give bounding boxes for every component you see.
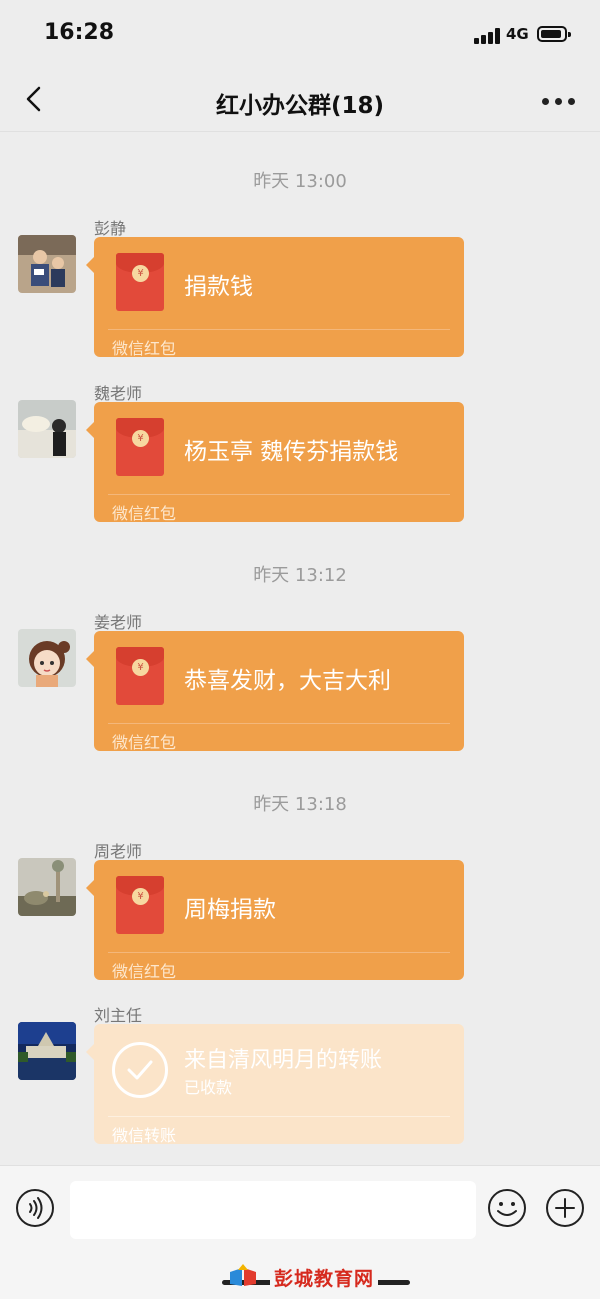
transfer-label: 微信转账: [112, 1126, 177, 1145]
red-packet-title: 恭喜发财，大吉大利: [184, 668, 391, 694]
divider: [108, 494, 450, 495]
plus-icon: [546, 1189, 584, 1227]
red-packet-title: 杨玉亭 魏传芬捐款钱: [184, 439, 399, 465]
divider: [108, 329, 450, 330]
red-packet-icon: ¥: [116, 647, 164, 705]
voice-icon: [16, 1189, 54, 1227]
sender-name: 刘主任: [94, 1006, 143, 1025]
red-packet-title: 周梅捐款: [184, 897, 276, 923]
red-packet-label: 微信红包: [112, 504, 177, 523]
transfer-title: 来自清风明月的转账: [184, 1048, 383, 1073]
emoji-button[interactable]: [487, 1188, 527, 1228]
envelope-seal: ¥: [132, 265, 149, 282]
message-item: 姜老师 ¥ 恭喜发财，大吉大利 微信红包: [0, 613, 600, 769]
sender-name: 彭静: [94, 219, 127, 238]
chat-title: 红小办公群(18): [215, 93, 385, 119]
red-packet-bubble[interactable]: ¥ 恭喜发财，大吉大利 微信红包: [86, 631, 464, 752]
more-button[interactable]: [542, 98, 576, 106]
check-icon: [112, 1042, 168, 1098]
transfer-status: 已收款: [184, 1078, 233, 1097]
timestamp: 昨天 13:18: [253, 794, 347, 815]
message-input[interactable]: [70, 1181, 476, 1239]
avatar[interactable]: [18, 400, 76, 458]
avatar[interactable]: [18, 629, 76, 687]
red-packet-bubble[interactable]: ¥ 周梅捐款 微信红包: [86, 860, 464, 981]
sender-name: 魏老师: [94, 384, 143, 403]
plus-button[interactable]: [545, 1188, 585, 1228]
divider: [108, 723, 450, 724]
chat-area[interactable]: 昨天 13:00 彭静 ¥ 捐款钱 微信红包 魏老师 ¥ 杨玉亭 魏传芬捐款钱 …: [0, 133, 600, 1165]
watermark-text: 彭城教育网: [270, 1264, 379, 1291]
sender-name: 姜老师: [94, 613, 143, 632]
timestamp: 昨天 13:12: [253, 565, 347, 586]
more-icon: [542, 98, 549, 105]
red-packet-bubble[interactable]: ¥ 杨玉亭 魏传芬捐款钱 微信红包: [86, 402, 464, 523]
input-bar: 彭城教育网: [0, 1165, 600, 1299]
timestamp: 昨天 13:00: [253, 171, 347, 192]
network-type: 4G: [506, 25, 529, 43]
message-item: 刘主任 来自清风明月的转账 已收款 微信转账: [0, 1006, 600, 1162]
voice-button[interactable]: [15, 1188, 55, 1228]
red-packet-icon: ¥: [116, 253, 164, 311]
status-time: 16:28: [44, 20, 115, 45]
red-packet-label: 微信红包: [112, 339, 177, 358]
red-packet-label: 微信红包: [112, 962, 177, 981]
watermark: 彭城教育网: [222, 1262, 412, 1292]
book-logo-icon: [230, 1264, 256, 1286]
nav-bar: 红小办公群(18): [0, 70, 600, 132]
emoji-icon: [488, 1189, 526, 1227]
divider: [108, 952, 450, 953]
message-item: 周老师 ¥ 周梅捐款 微信红包: [0, 842, 600, 998]
message-item: 彭静 ¥ 捐款钱 微信红包: [0, 219, 600, 375]
red-packet-bubble[interactable]: ¥ 捐款钱 微信红包: [86, 237, 464, 358]
sender-name: 周老师: [94, 842, 143, 861]
avatar[interactable]: [18, 1022, 76, 1080]
envelope-seal: ¥: [132, 659, 149, 676]
battery-icon: [537, 26, 571, 42]
red-packet-label: 微信红包: [112, 733, 177, 752]
red-packet-title: 捐款钱: [184, 274, 253, 300]
envelope-seal: ¥: [132, 888, 149, 905]
signal-icon: [474, 28, 504, 44]
red-packet-icon: ¥: [116, 418, 164, 476]
message-item: 魏老师 ¥ 杨玉亭 魏传芬捐款钱 微信红包: [0, 384, 600, 540]
transfer-bubble[interactable]: 来自清风明月的转账 已收款 微信转账: [86, 1024, 464, 1145]
red-packet-icon: ¥: [116, 876, 164, 934]
avatar[interactable]: [18, 235, 76, 293]
status-bar: 16:28 4G: [0, 0, 600, 70]
avatar[interactable]: [18, 858, 76, 916]
divider: [108, 1116, 450, 1117]
envelope-seal: ¥: [132, 430, 149, 447]
